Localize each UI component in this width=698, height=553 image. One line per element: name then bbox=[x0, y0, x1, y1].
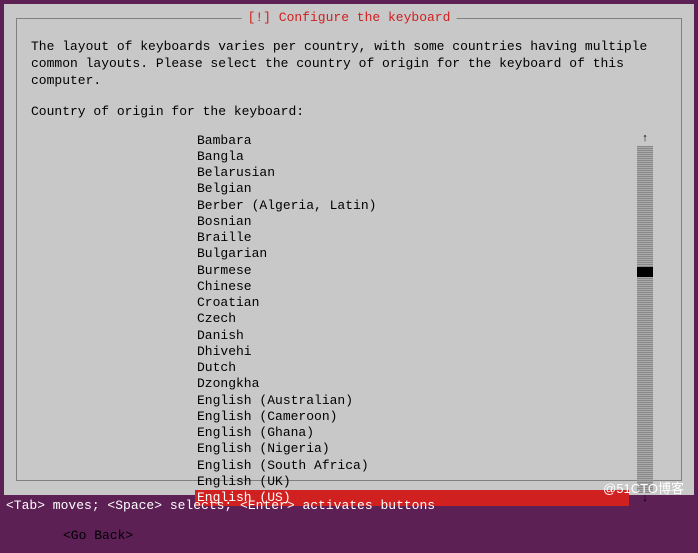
list-container: BambaraBanglaBelarusianBelgianBerber (Al… bbox=[195, 133, 653, 507]
dialog-box: [!] Configure the keyboard The layout of… bbox=[16, 18, 682, 481]
list-item[interactable]: English (Cameroon) bbox=[195, 409, 629, 425]
list-item[interactable]: Chinese bbox=[195, 279, 629, 295]
list-item[interactable]: Dhivehi bbox=[195, 344, 629, 360]
scroll-track[interactable] bbox=[637, 146, 653, 493]
list-item[interactable]: English (Australian) bbox=[195, 393, 629, 409]
go-back-button[interactable]: <Go Back> bbox=[63, 528, 667, 543]
scrollbar[interactable]: ↑ ↓ bbox=[637, 133, 653, 507]
keyboard-list[interactable]: BambaraBanglaBelarusianBelgianBerber (Al… bbox=[195, 133, 629, 507]
list-item[interactable]: Braille bbox=[195, 230, 629, 246]
list-item[interactable]: Berber (Algeria, Latin) bbox=[195, 198, 629, 214]
list-item[interactable]: Bangla bbox=[195, 149, 629, 165]
list-item[interactable]: Bosnian bbox=[195, 214, 629, 230]
watermark: @51CTO博客 bbox=[603, 478, 684, 497]
list-item[interactable]: Burmese bbox=[195, 263, 629, 279]
list-item[interactable]: Dzongkha bbox=[195, 376, 629, 392]
prompt-text: Country of origin for the keyboard: bbox=[31, 104, 667, 119]
footer-help: <Tab> moves; <Space> selects; <Enter> ac… bbox=[2, 498, 696, 513]
help-text: The layout of keyboards varies per count… bbox=[31, 39, 667, 90]
list-item[interactable]: Danish bbox=[195, 328, 629, 344]
scroll-thumb[interactable] bbox=[637, 267, 653, 277]
list-item[interactable]: Belgian bbox=[195, 181, 629, 197]
scroll-up-icon[interactable]: ↑ bbox=[637, 133, 653, 146]
list-item[interactable]: English (Ghana) bbox=[195, 425, 629, 441]
installer-frame: [!] Configure the keyboard The layout of… bbox=[2, 2, 696, 497]
list-item[interactable]: English (UK) bbox=[195, 474, 629, 490]
list-item[interactable]: Dutch bbox=[195, 360, 629, 376]
list-item[interactable]: Czech bbox=[195, 311, 629, 327]
list-item[interactable]: Croatian bbox=[195, 295, 629, 311]
list-item[interactable]: Bulgarian bbox=[195, 246, 629, 262]
list-item[interactable]: English (Nigeria) bbox=[195, 441, 629, 457]
dialog-title: [!] Configure the keyboard bbox=[242, 10, 457, 25]
list-item[interactable]: English (South Africa) bbox=[195, 458, 629, 474]
list-item[interactable]: Bambara bbox=[195, 133, 629, 149]
list-item[interactable]: Belarusian bbox=[195, 165, 629, 181]
dialog-content: The layout of keyboards varies per count… bbox=[17, 19, 681, 553]
